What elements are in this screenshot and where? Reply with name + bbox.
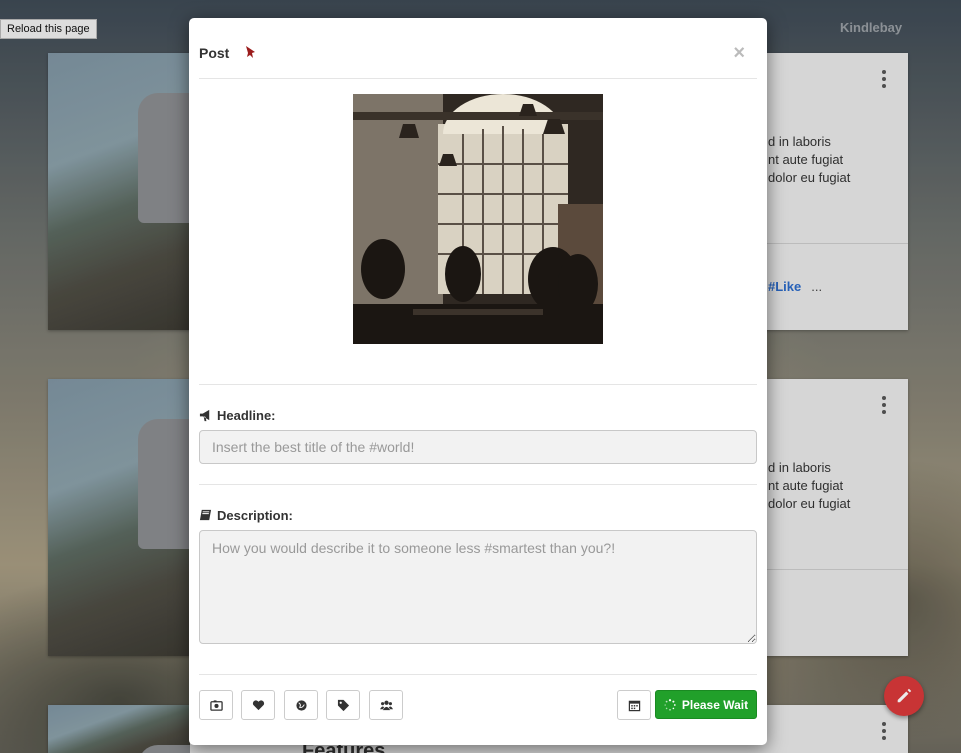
tags-icon	[337, 699, 349, 711]
camera-icon	[209, 699, 223, 711]
book-icon	[199, 509, 212, 521]
post-image-preview[interactable]	[353, 94, 603, 344]
schedule-button[interactable]	[617, 690, 651, 720]
add-photo-button[interactable]	[199, 690, 233, 720]
description-textarea[interactable]	[199, 530, 757, 644]
heart-icon	[252, 699, 264, 710]
globe-icon	[295, 699, 307, 711]
cafe-photo	[353, 94, 603, 344]
visibility-button[interactable]	[284, 690, 318, 720]
calendar-icon	[628, 700, 640, 711]
tags-button[interactable]	[326, 690, 360, 720]
bullhorn-icon	[199, 409, 210, 422]
headline-label: Headline:	[199, 408, 276, 423]
submit-label: Please Wait	[681, 697, 749, 712]
description-label: Description:	[199, 508, 293, 523]
favorite-button[interactable]	[241, 690, 275, 720]
divider	[199, 484, 757, 485]
audience-button[interactable]	[369, 690, 403, 720]
post-modal: Post × Headline: Insert the best title o…	[189, 18, 767, 745]
modal-header: Post ×	[199, 18, 757, 79]
rocket-icon	[246, 46, 255, 58]
modal-title: Post	[199, 45, 230, 61]
spinner-icon	[664, 698, 676, 711]
submit-post-button[interactable]: Please Wait	[655, 690, 757, 719]
headline-input[interactable]	[199, 430, 757, 464]
close-button[interactable]: ×	[733, 42, 745, 65]
users-icon	[379, 700, 393, 710]
divider	[199, 384, 757, 385]
divider	[199, 674, 757, 675]
